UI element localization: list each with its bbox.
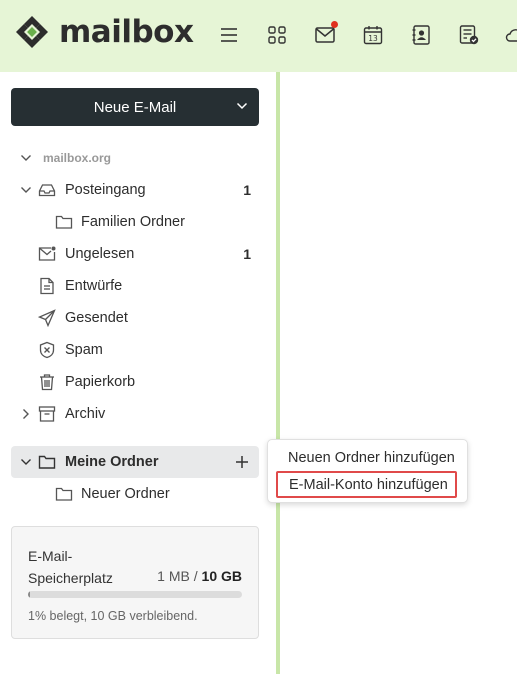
unread-count: 1 [243, 246, 251, 262]
hamburger-menu-icon [221, 28, 237, 42]
folder-sidebar: Neue E-Mail mailbox.org Posteingang 1 Fa… [0, 72, 276, 674]
storage-note: 1% belegt, 10 GB verbleibend. [28, 609, 198, 623]
tasks-icon [459, 25, 479, 45]
folder-unread[interactable]: Ungelesen 1 [0, 238, 276, 270]
folder-trash[interactable]: Papierkorb [0, 366, 276, 398]
compose-button[interactable]: Neue E-Mail [11, 88, 259, 126]
folder-icon [38, 455, 56, 469]
chevron-down-icon[interactable] [20, 456, 32, 468]
mail-list-pane [280, 72, 517, 674]
spam-shield-icon [39, 341, 55, 359]
chevron-right-icon[interactable] [20, 408, 32, 420]
trash-icon [40, 374, 54, 391]
folder-spam[interactable]: Spam [0, 334, 276, 366]
cloud-icon [505, 29, 517, 42]
folder-label: Familien Ordner [81, 214, 185, 230]
folder-sent[interactable]: Gesendet [0, 302, 276, 334]
folder-context-menu: Neuen Ordner hinzufügen E-Mail-Konto hin… [267, 439, 468, 503]
folder-label: Entwürfe [65, 278, 123, 294]
archive-icon [38, 406, 56, 422]
calendar-app-button[interactable]: 13 [362, 24, 384, 46]
storage-progress-fill [28, 591, 31, 598]
cloud-app-button[interactable] [504, 24, 517, 46]
folder-label: Gesendet [65, 310, 128, 326]
chevron-down-icon[interactable] [236, 100, 248, 112]
app-logo[interactable]: mailbox [14, 12, 194, 52]
folder-icon [55, 487, 73, 501]
storage-separator: / [189, 568, 202, 584]
storage-total: 10 GB [201, 568, 242, 584]
folder-label: Neuer Ordner [81, 486, 170, 502]
storage-quota-panel: E-Mail-Speicherplatz 1 MB / 10 GB 1% bel… [11, 526, 259, 639]
storage-title: E-Mail-Speicherplatz [28, 548, 113, 586]
account-name: mailbox.org [43, 151, 112, 165]
storage-amount: 1 MB / 10 GB [157, 567, 242, 585]
menu-item-add-folder[interactable]: Neuen Ordner hinzufügen [276, 446, 461, 470]
folder-drafts[interactable]: Entwürfe [0, 270, 276, 302]
mailbox-logo-icon [16, 16, 48, 48]
folder-label: Spam [65, 342, 103, 358]
calendar-day-number: 13 [368, 34, 378, 43]
hamburger-menu-button[interactable] [218, 24, 240, 46]
compose-button-label: Neue E-Mail [93, 98, 177, 116]
folder-archive[interactable]: Archiv [0, 398, 276, 430]
mail-app-button[interactable] [314, 21, 338, 46]
folder-label: Archiv [65, 406, 106, 422]
account-row[interactable]: mailbox.org [0, 142, 276, 174]
unread-mail-icon [38, 246, 56, 261]
section-label: Meine Ordner [65, 454, 159, 470]
calendar-icon: 13 [363, 26, 383, 45]
tasks-app-button[interactable] [458, 24, 480, 46]
chevron-down-icon[interactable] [20, 152, 32, 164]
drafts-icon [40, 277, 54, 295]
mail-icon [315, 27, 335, 43]
logo-text: mailbox [59, 14, 194, 50]
top-bar: mailbox 13 [0, 0, 517, 72]
menu-item-add-email-account[interactable]: E-Mail-Konto hinzufügen [276, 471, 457, 498]
folder-inbox[interactable]: Posteingang 1 [0, 174, 276, 206]
apps-grid-icon [268, 26, 286, 44]
inbox-icon [38, 184, 56, 197]
unread-count: 1 [243, 182, 251, 198]
storage-used: 1 MB [157, 568, 190, 584]
chevron-down-icon[interactable] [20, 184, 32, 196]
folder-neuer-ordner[interactable]: Neuer Ordner [0, 478, 276, 510]
my-folders-section[interactable]: Meine Ordner [11, 446, 259, 478]
apps-grid-button[interactable] [266, 24, 288, 46]
folder-label: Ungelesen [65, 246, 135, 262]
notification-dot [331, 21, 338, 28]
storage-progress-bar [28, 591, 242, 598]
folder-icon [55, 215, 73, 229]
folder-label: Posteingang [65, 182, 146, 198]
folder-label: Papierkorb [65, 374, 136, 390]
contacts-icon [412, 25, 430, 45]
contacts-app-button[interactable] [410, 24, 432, 46]
folder-familien-ordner[interactable]: Familien Ordner [0, 206, 276, 238]
plus-icon[interactable] [235, 455, 249, 469]
sent-icon [38, 309, 56, 327]
